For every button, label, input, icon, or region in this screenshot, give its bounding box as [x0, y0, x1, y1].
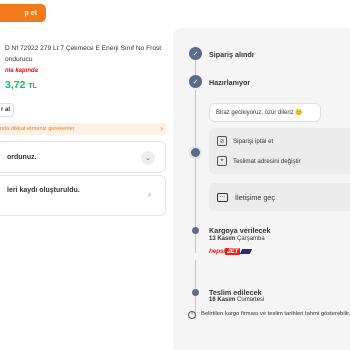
campaign-label: nla kapında	[5, 68, 39, 74]
info-card-text: ordunuz.	[7, 154, 37, 161]
chat-icon: …	[217, 192, 228, 202]
step-delivery: Teslim edilecek	[209, 288, 262, 297]
step-dot	[192, 289, 199, 296]
notice-banner[interactable]: nda dikkat etmeniz gerekenler ›	[0, 123, 167, 135]
track-order-button[interactable]: p et	[0, 4, 46, 22]
repurchase-button[interactable]: r al	[0, 103, 14, 117]
step-order-received: Sipariş alındı	[209, 50, 254, 59]
notice-text: nda dikkat etmeniz gerekenler	[0, 126, 75, 132]
delivery-info-note: i Belirtilen kargo firması ve teslim tar…	[188, 310, 350, 320]
chevron-down-icon[interactable]: ⌄	[141, 151, 155, 165]
order-actions: ⊘ Siparişi iptal et ⌖ Teslimat adresini …	[209, 128, 350, 174]
step-dot	[192, 227, 199, 234]
current-step-dot	[191, 148, 200, 157]
check-icon: ✓	[189, 75, 202, 88]
info-icon: i	[188, 311, 196, 319]
check-icon: ✓	[189, 47, 202, 60]
carrier-logo: hepsi JET	[209, 248, 253, 255]
chevron-right-icon: ›	[160, 124, 163, 133]
chevron-right-icon: ›	[148, 189, 151, 199]
shipping-date: 13 Kasım Çarşamba	[209, 236, 265, 242]
product-title[interactable]: D Nf 72922 279 Lt 7 Çekmece E Enerji Sın…	[5, 43, 173, 65]
price-currency: TL	[28, 83, 37, 90]
record-card[interactable]: leri kaydı oluşturuldu. ›	[0, 175, 166, 216]
map-icon: ⌖	[217, 156, 227, 166]
step-preparing: Hazırlanıyor	[209, 78, 251, 87]
product-price: 3,72 TL	[5, 79, 37, 91]
record-card-text: leri kaydı oluşturuldu.	[7, 187, 80, 194]
cancel-icon: ⊘	[217, 136, 227, 146]
info-card[interactable]: ordunuz. ⌄	[0, 141, 166, 173]
order-detail-panel: p et D Nf 72922 279 Lt 7 Çekmece E Enerj…	[0, 0, 173, 350]
delay-message: Biraz gecikiyoruz, özür dileriz 😊	[209, 103, 321, 122]
change-address-button[interactable]: ⌖ Teslimat adresini değiştir	[217, 156, 301, 166]
delivery-date: 16 Kasım Cumartesi	[209, 297, 265, 303]
order-timeline-panel: ✓ Sipariş alındı ✓ Hazırlanıyor Biraz ge…	[173, 28, 350, 350]
carrier-arrow-icon	[240, 248, 253, 254]
contact-button[interactable]: … İletişime geç	[209, 183, 350, 211]
cancel-order-button[interactable]: ⊘ Siparişi iptal et	[217, 136, 273, 146]
step-shipping: Kargoya verilecek	[209, 226, 271, 235]
